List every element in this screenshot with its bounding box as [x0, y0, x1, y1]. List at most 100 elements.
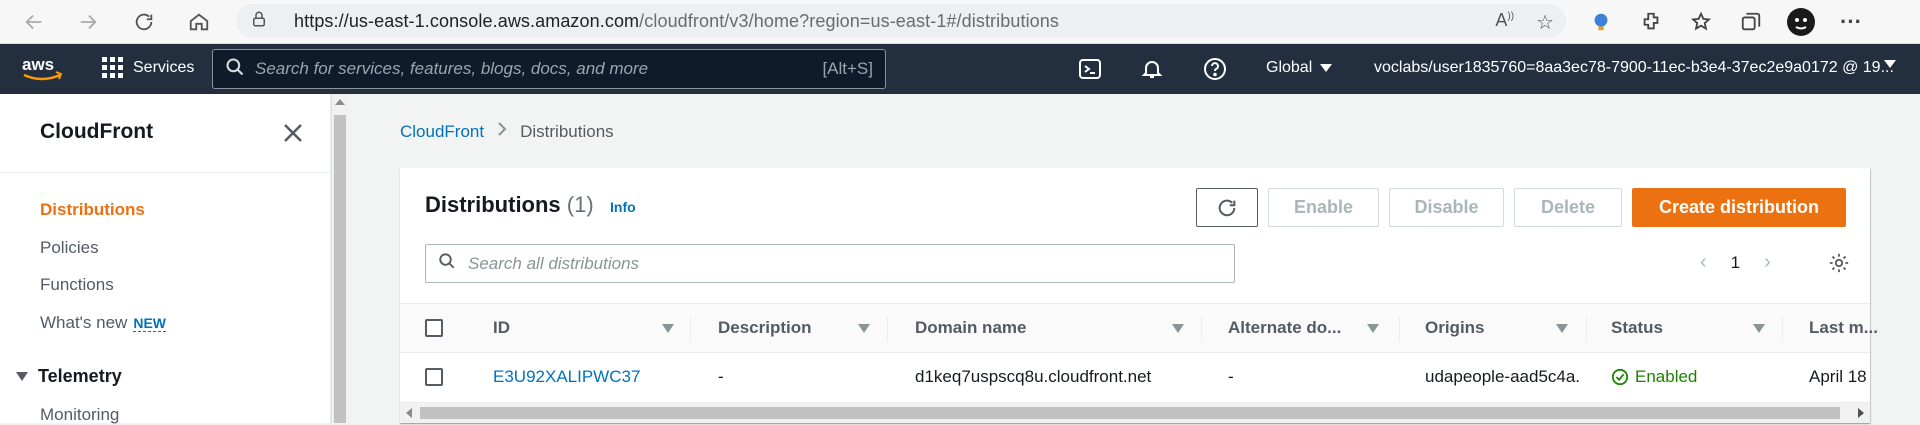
scroll-left-arrow[interactable]: [406, 408, 412, 418]
home-icon[interactable]: [181, 4, 217, 40]
extension-bulb-icon[interactable]: [1585, 6, 1617, 38]
column-divider: [1201, 316, 1202, 342]
help-icon[interactable]: [1203, 57, 1227, 81]
sort-icon[interactable]: [1172, 324, 1184, 333]
distributions-panel: Distributions (1) Info Enable Disable De…: [400, 168, 1878, 423]
table-row[interactable]: E3U92XALIPWC37 - d1keq7uspscq8u.cloudfro…: [400, 353, 1870, 403]
services-menu[interactable]: Services: [102, 57, 194, 78]
reload-icon[interactable]: [126, 4, 162, 40]
cloudshell-icon[interactable]: [1078, 57, 1102, 81]
extensions-icon[interactable]: [1635, 6, 1667, 38]
distribution-count: (1): [566, 192, 594, 217]
sidebar-title: CloudFront: [40, 120, 154, 143]
sort-icon[interactable]: [1556, 324, 1568, 333]
refresh-icon: [1218, 199, 1236, 216]
back-icon[interactable]: [16, 4, 52, 40]
sort-icon[interactable]: [1753, 324, 1765, 333]
services-label: Services: [133, 58, 195, 76]
section-label: Telemetry: [38, 366, 122, 386]
breadcrumb-cloudfront[interactable]: CloudFront: [400, 122, 484, 142]
sidebar-item-distributions[interactable]: Distributions: [40, 200, 145, 220]
caret-down-icon: [16, 372, 28, 381]
chevron-right-icon[interactable]: ›: [1764, 251, 1771, 274]
search-placeholder: Search for services, features, blogs, do…: [255, 59, 649, 78]
close-icon[interactable]: [282, 122, 304, 144]
breadcrumb: CloudFront Distributions: [400, 121, 614, 142]
scroll-up-arrow[interactable]: [335, 99, 345, 105]
address-bar[interactable]: https://us-east-1.console.aws.amazon.com…: [236, 4, 1566, 38]
new-badge: NEW: [133, 315, 167, 332]
caret-down-icon: [1884, 60, 1896, 68]
column-header-alternate-domain[interactable]: Alternate do...: [1228, 318, 1341, 338]
browser-toolbar: https://us-east-1.console.aws.amazon.com…: [0, 0, 1920, 44]
distribution-search-input[interactable]: Search all distributions: [425, 244, 1235, 283]
create-distribution-button[interactable]: Create distribution: [1632, 188, 1846, 227]
read-aloud-icon[interactable]: A)): [1495, 10, 1514, 35]
search-placeholder: Search all distributions: [468, 253, 640, 273]
distribution-id-link[interactable]: E3U92XALIPWC37: [493, 367, 640, 387]
sidebar-section-telemetry[interactable]: Telemetry: [16, 366, 122, 387]
column-header-last-modified[interactable]: Last m...: [1809, 318, 1878, 338]
url-text: https://us-east-1.console.aws.amazon.com…: [294, 11, 1059, 32]
sort-icon[interactable]: [1367, 324, 1379, 333]
aws-console-header: aws Services Search for services, featur…: [0, 44, 1920, 94]
sidebar-item-monitoring[interactable]: Monitoring: [40, 405, 119, 425]
add-favorite-icon[interactable]: ☆: [1536, 10, 1554, 35]
chevron-right-icon: [496, 121, 508, 142]
notifications-bell-icon[interactable]: [1140, 57, 1164, 81]
column-divider: [690, 316, 691, 342]
column-divider: [1782, 316, 1783, 342]
table-header: ID Description Domain name Alternate do.…: [400, 303, 1878, 353]
status-badge: Enabled: [1611, 367, 1697, 387]
sort-icon[interactable]: [662, 324, 674, 333]
column-header-id[interactable]: ID: [493, 318, 510, 338]
gear-icon[interactable]: [1828, 252, 1850, 274]
status-text: Enabled: [1635, 367, 1698, 386]
cell-origins: udapeople-aad5c4a.: [1425, 367, 1581, 386]
scrollbar-thumb[interactable]: [420, 407, 1840, 419]
caret-down-icon: [1320, 64, 1333, 72]
column-header-description[interactable]: Description: [718, 318, 812, 338]
aws-logo[interactable]: aws: [20, 53, 66, 85]
column-header-origins[interactable]: Origins: [1425, 318, 1485, 338]
scroll-right-arrow[interactable]: [1858, 408, 1864, 418]
column-divider: [1586, 316, 1587, 342]
more-menu-icon[interactable]: ···: [1835, 6, 1867, 38]
search-shortcut: [Alt+S]: [822, 59, 873, 78]
enable-button[interactable]: Enable: [1268, 188, 1379, 227]
cell-last-modified: April 18: [1809, 367, 1867, 386]
divider: [0, 172, 331, 173]
sidebar-item-functions[interactable]: Functions: [40, 275, 114, 295]
cell-domain-name: d1keq7uspscq8u.cloudfront.net: [915, 367, 1152, 386]
disable-button[interactable]: Disable: [1389, 188, 1504, 227]
collections-icon[interactable]: [1735, 6, 1767, 38]
page-number[interactable]: 1: [1731, 253, 1740, 273]
column-header-domain-name[interactable]: Domain name: [915, 318, 1026, 338]
profile-avatar[interactable]: [1785, 6, 1817, 38]
sort-icon[interactable]: [858, 324, 870, 333]
sidebar-item-policies[interactable]: Policies: [40, 238, 99, 258]
horizontal-scrollbar[interactable]: [400, 403, 1870, 423]
url-path: /cloudfront/v3/home?region=us-east-1#/di…: [639, 10, 1059, 31]
column-divider: [1399, 316, 1400, 342]
check-circle-icon: [1611, 368, 1629, 386]
refresh-button[interactable]: [1196, 188, 1258, 227]
search-icon: [438, 252, 456, 275]
chevron-left-icon[interactable]: ‹: [1700, 251, 1707, 274]
info-link[interactable]: Info: [610, 199, 636, 215]
cell-description: -: [718, 367, 724, 386]
console-search-input[interactable]: Search for services, features, blogs, do…: [212, 49, 886, 89]
region-selector[interactable]: Global: [1266, 59, 1333, 77]
column-header-status[interactable]: Status: [1611, 318, 1663, 338]
sidebar-item-whats-new[interactable]: What's new NEW: [40, 313, 167, 333]
scrollbar-thumb[interactable]: [334, 115, 346, 423]
account-menu[interactable]: voclabs/user1835760=8aa3ec78-7900-11ec-b…: [1374, 59, 1894, 77]
forward-icon[interactable]: [70, 4, 106, 40]
svg-text:aws: aws: [22, 55, 54, 74]
favorites-icon[interactable]: [1685, 6, 1717, 38]
grid-icon: [102, 57, 123, 78]
select-all-checkbox[interactable]: [425, 319, 443, 337]
delete-button[interactable]: Delete: [1514, 188, 1622, 227]
lock-icon: [250, 10, 270, 33]
row-checkbox[interactable]: [425, 368, 443, 386]
